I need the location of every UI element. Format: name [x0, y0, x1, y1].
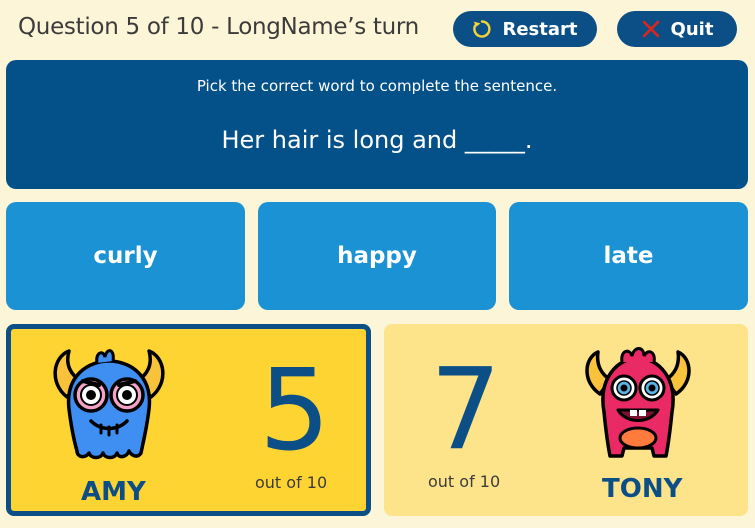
answer-option-late[interactable]: late	[509, 202, 748, 310]
instruction-text: Pick the correct word to complete the se…	[196, 77, 558, 95]
pink-monster-avatar	[585, 347, 691, 458]
game-header: Question 5 of 10 - LongName’s turn Resta…	[0, 0, 755, 56]
question-prompt: Pick the correct word to complete the se…	[6, 60, 748, 189]
player-score-total: out of 10	[428, 472, 501, 491]
player-score: 7	[430, 345, 502, 475]
player-card-amy: AMY 5 out of 10	[6, 324, 371, 516]
quit-button[interactable]: Quit	[617, 11, 737, 47]
player-score: 5	[259, 346, 331, 476]
player-card-tony: 7 out of 10 TONY	[384, 324, 748, 516]
refresh-icon	[473, 20, 492, 38]
restart-label: Restart	[502, 18, 578, 40]
player-name: TONY	[602, 474, 683, 504]
player-name: AMY	[81, 477, 146, 507]
answer-option-happy[interactable]: happy	[258, 202, 496, 310]
close-x-icon	[642, 20, 659, 38]
question-title: Question 5 of 10 - LongName’s turn	[18, 14, 419, 40]
blue-monster-avatar	[53, 349, 165, 460]
answer-option-curly[interactable]: curly	[6, 202, 245, 310]
quit-label: Quit	[670, 18, 714, 40]
restart-button[interactable]: Restart	[453, 11, 597, 47]
player-score-total: out of 10	[255, 473, 328, 492]
sentence-text: Her hair is long and _____.	[221, 126, 533, 154]
